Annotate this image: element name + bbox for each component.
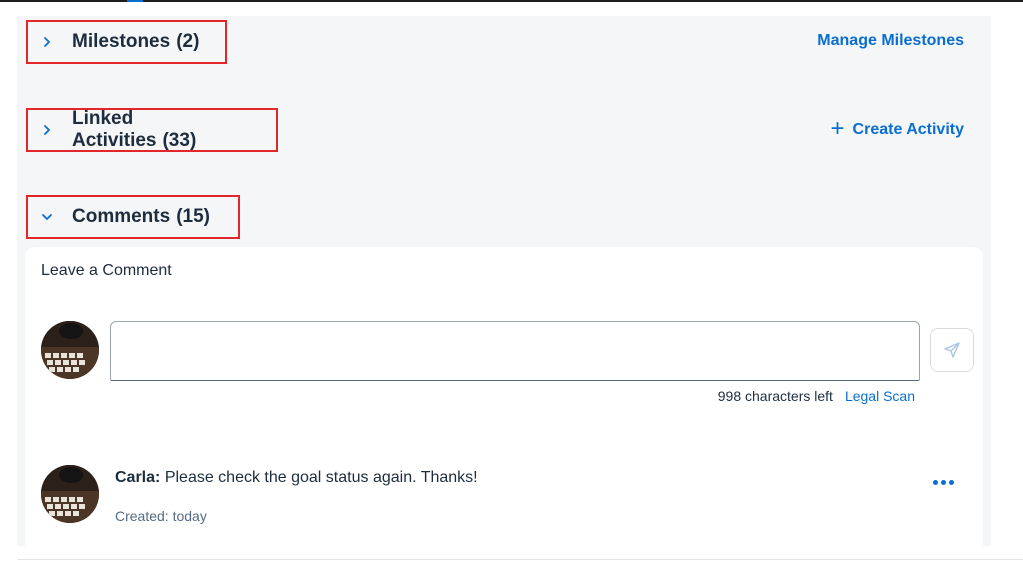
comments-title: Comments (15) bbox=[72, 206, 210, 227]
plus-icon: + bbox=[830, 115, 845, 142]
linked-activities-section-header[interactable]: Linked Activities (33) bbox=[26, 108, 278, 152]
send-button[interactable] bbox=[930, 328, 974, 372]
top-border bbox=[0, 0, 1023, 2]
more-dot bbox=[948, 479, 954, 485]
milestones-title: Milestones (2) bbox=[72, 31, 200, 52]
send-icon bbox=[944, 342, 960, 358]
chevron-right-icon bbox=[40, 35, 54, 49]
bottom-divider bbox=[17, 559, 1023, 560]
top-accent bbox=[127, 0, 143, 2]
comments-section-header[interactable]: Comments (15) bbox=[26, 195, 240, 239]
avatar bbox=[41, 465, 99, 523]
more-options-button[interactable] bbox=[930, 472, 956, 492]
characters-left: 998 characters left bbox=[717, 388, 833, 404]
leave-comment-heading: Leave a Comment bbox=[41, 262, 172, 279]
more-horizontal-icon bbox=[932, 479, 938, 485]
legal-scan-link[interactable]: Legal Scan bbox=[845, 388, 915, 404]
create-activity-label: Create Activity bbox=[852, 121, 964, 138]
create-activity-link[interactable]: + Create Activity bbox=[830, 115, 964, 142]
comment-item: Carla: Please check the goal status agai… bbox=[115, 469, 478, 487]
manage-milestones-link[interactable]: Manage Milestones bbox=[817, 32, 964, 50]
right-gutter bbox=[991, 16, 1023, 546]
chevron-down-icon bbox=[40, 210, 54, 224]
linked-activities-title: Linked Activities (33) bbox=[72, 108, 197, 151]
comments-card: Leave a Comment 998 characters left Lega… bbox=[25, 247, 983, 546]
more-dot bbox=[940, 479, 946, 485]
comment-input[interactable] bbox=[110, 321, 920, 381]
chevron-right-icon bbox=[40, 123, 54, 137]
comment-created: Created: today bbox=[115, 508, 207, 524]
avatar bbox=[41, 321, 99, 379]
comment-author: Carla: bbox=[115, 469, 161, 486]
milestones-section-header[interactable]: Milestones (2) bbox=[26, 20, 227, 64]
comment-body: Please check the goal status again. Than… bbox=[164, 469, 478, 486]
manage-milestones-label: Manage Milestones bbox=[817, 32, 964, 49]
char-counter-row: 998 characters left Legal Scan bbox=[718, 388, 915, 404]
